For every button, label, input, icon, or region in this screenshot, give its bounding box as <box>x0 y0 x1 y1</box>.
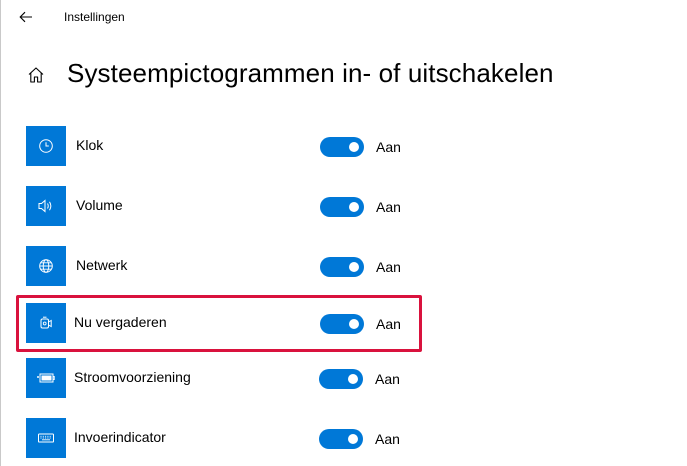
setting-label: Stroomvoorziening <box>74 369 191 385</box>
setting-row-netwerk: Netwerk Aan <box>1 246 687 290</box>
setting-row-klok: Klok Aan <box>1 126 687 170</box>
klok-toggle[interactable] <box>320 137 364 157</box>
toggle-state-label: Aan <box>375 371 400 387</box>
row-icon-tile <box>26 126 66 166</box>
battery-icon <box>37 373 55 383</box>
stroomvoorziening-toggle[interactable] <box>319 369 363 389</box>
nu-vergaderen-toggle[interactable] <box>320 314 364 334</box>
row-icon-tile <box>26 418 66 458</box>
arrow-left-icon <box>19 11 32 23</box>
volume-toggle[interactable] <box>320 197 364 217</box>
settings-window: Instellingen Systeempictogrammen in- of … <box>0 0 687 466</box>
setting-row-nu-vergaderen: Nu vergaderen Aan <box>1 303 687 347</box>
speaker-icon <box>38 199 52 213</box>
setting-label: Volume <box>76 197 123 213</box>
toggle-state-label: Aan <box>375 431 400 447</box>
row-icon-tile <box>26 358 66 398</box>
app-title: Instellingen <box>64 10 125 24</box>
setting-label: Klok <box>76 137 104 153</box>
row-icon-tile <box>26 246 66 286</box>
meet-now-icon <box>40 316 52 329</box>
toggle-state-label: Aan <box>376 139 401 155</box>
setting-row-volume: Volume Aan <box>1 186 687 230</box>
title-bar: Instellingen <box>1 0 687 34</box>
setting-label: Invoerindicator <box>74 429 166 445</box>
row-icon-tile <box>26 303 66 343</box>
netwerk-toggle[interactable] <box>320 257 364 277</box>
keyboard-icon <box>38 433 54 443</box>
setting-row-invoerindicator: Invoerindicator Aan <box>1 418 687 462</box>
invoerindicator-toggle[interactable] <box>319 429 363 449</box>
setting-label: Nu vergaderen <box>74 314 167 330</box>
toggle-knob <box>349 202 359 212</box>
toggle-state-label: Aan <box>376 316 401 332</box>
globe-icon <box>39 259 53 273</box>
clock-icon <box>39 139 53 153</box>
setting-row-stroomvoorziening: Stroomvoorziening Aan <box>1 358 687 402</box>
toggle-knob <box>349 142 359 152</box>
home-icon <box>28 67 44 83</box>
toggle-knob <box>349 319 359 329</box>
page-header: Systeempictogrammen in- of uitschakelen <box>1 52 687 98</box>
page-title: Systeempictogrammen in- of uitschakelen <box>67 58 554 88</box>
row-icon-tile <box>26 186 66 226</box>
toggle-state-label: Aan <box>376 199 401 215</box>
toggle-knob <box>349 262 359 272</box>
setting-label: Netwerk <box>76 257 128 273</box>
toggle-state-label: Aan <box>376 259 401 275</box>
toggle-knob <box>348 374 358 384</box>
back-button[interactable] <box>13 5 39 29</box>
toggle-knob <box>348 434 358 444</box>
home-button[interactable] <box>23 62 49 88</box>
